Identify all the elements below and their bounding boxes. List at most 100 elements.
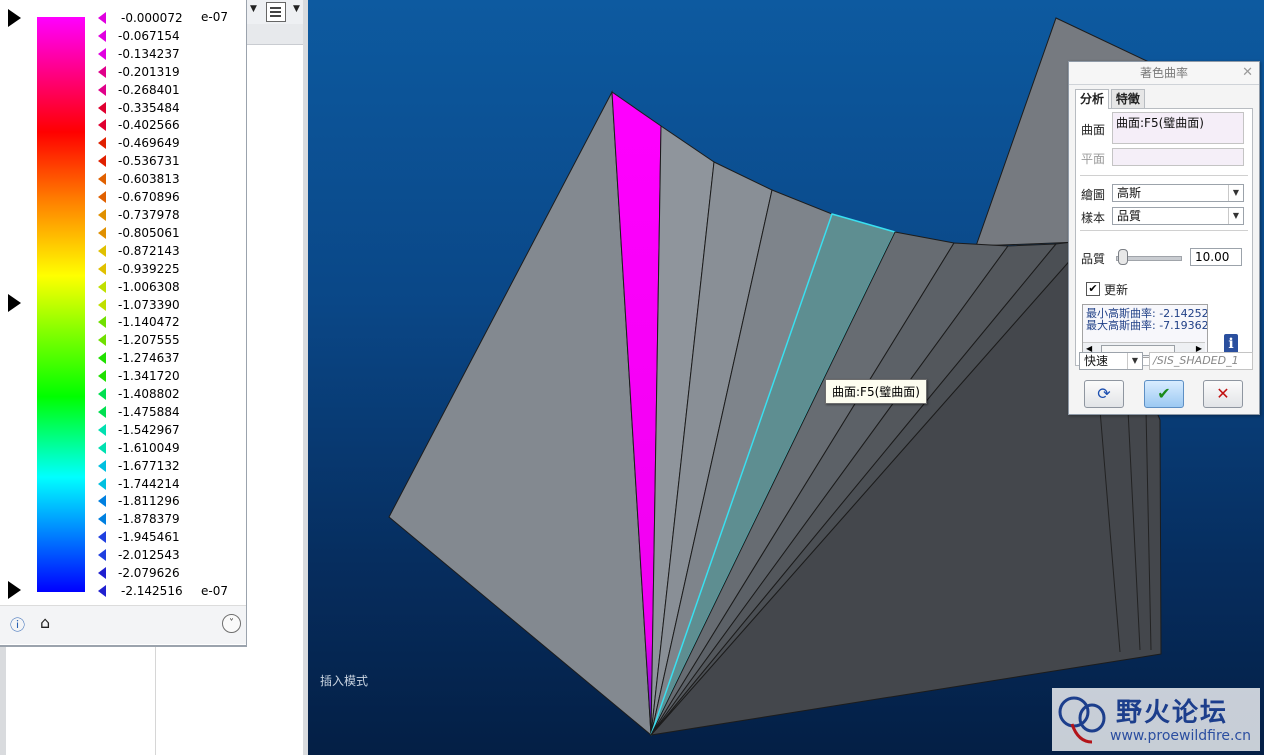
legend-tick-marker[interactable] bbox=[98, 173, 106, 186]
analysis-panel: 曲面 曲面:F5(璧曲面) 平面 繪圖 高斯 ▼ 樣本 品質 ▼ 品質 10.0… bbox=[1075, 108, 1253, 366]
legend-tick-marker[interactable] bbox=[98, 83, 106, 96]
legend-tick-value: -0.939225 bbox=[118, 261, 180, 276]
legend-tick-value: -2.142516 bbox=[121, 584, 183, 598]
chevron-down-icon[interactable]: ▼ bbox=[293, 4, 300, 14]
legend-tick-marker[interactable] bbox=[98, 567, 106, 580]
legend-max-marker[interactable] bbox=[8, 9, 21, 27]
legend-tick-value: -2.079626 bbox=[118, 566, 180, 581]
quality-input[interactable]: 10.00 bbox=[1190, 248, 1242, 266]
color-legend: -0.000072 -0.067154 -0.134237 -0.201319 -0.2… bbox=[0, 0, 247, 647]
surface-label: 曲面 bbox=[1081, 123, 1106, 137]
legend-tick-marker[interactable] bbox=[98, 101, 106, 114]
legend-tick-marker[interactable] bbox=[98, 262, 106, 275]
legend-tick-marker[interactable] bbox=[98, 208, 106, 221]
watermark-url: www.proewildfire.cn bbox=[1110, 728, 1252, 744]
plane-collector[interactable] bbox=[1112, 148, 1244, 166]
close-icon[interactable]: ✕ bbox=[1242, 62, 1253, 84]
legend-tick-value: -1.610049 bbox=[118, 440, 180, 455]
legend-tick-marker[interactable] bbox=[98, 388, 106, 401]
chevron-down-icon[interactable]: ▼ bbox=[1127, 353, 1142, 369]
plot-select[interactable]: 高斯 ▼ bbox=[1112, 184, 1244, 202]
plot-label: 繪圖 bbox=[1081, 188, 1106, 202]
legend-tick-value: -0.134237 bbox=[118, 46, 180, 61]
legend-tick-value: -1.811296 bbox=[118, 494, 180, 509]
recompute-button[interactable]: ⟳ bbox=[1084, 380, 1124, 408]
legend-tick-marker[interactable] bbox=[98, 334, 106, 347]
cancel-button[interactable]: ✕ bbox=[1203, 380, 1243, 408]
info-icon[interactable]: ⓘ bbox=[10, 614, 28, 634]
legend-tick-value: -0.872143 bbox=[118, 243, 180, 258]
legend-tick-marker[interactable] bbox=[98, 477, 106, 490]
analysis-name-input[interactable]: /SIS_SHADED_1 bbox=[1149, 352, 1253, 370]
legend-tick-value: -2.012543 bbox=[118, 548, 180, 563]
legend-tick-marker[interactable] bbox=[98, 226, 106, 239]
info-icon[interactable]: i bbox=[1224, 334, 1238, 354]
legend-tick-marker[interactable] bbox=[98, 370, 106, 383]
legend-tick-marker[interactable] bbox=[98, 29, 106, 42]
dialog-tabs: 分析 特徵 bbox=[1075, 89, 1145, 109]
speed-value: 快速 bbox=[1084, 354, 1109, 368]
legend-tick-marker[interactable] bbox=[98, 137, 106, 150]
legend-tick-marker[interactable] bbox=[98, 352, 106, 365]
legend-tick-marker[interactable] bbox=[98, 298, 106, 311]
speed-select[interactable]: 快速 ▼ bbox=[1079, 352, 1143, 370]
legend-tick-marker[interactable] bbox=[98, 441, 106, 454]
legend-tick-marker[interactable] bbox=[98, 155, 106, 168]
update-label: 更新 bbox=[1104, 283, 1129, 297]
mode-label: 插入模式 bbox=[320, 674, 369, 688]
update-checkbox[interactable]: ✔ bbox=[1086, 282, 1100, 296]
ok-button[interactable]: ✔ bbox=[1144, 380, 1184, 408]
home-icon[interactable]: ⌂ bbox=[40, 613, 50, 632]
legend-tick-value: -0.536731 bbox=[118, 154, 180, 169]
surface-collector[interactable]: 曲面:F5(璧曲面) bbox=[1112, 112, 1244, 144]
legend-tick-marker[interactable] bbox=[98, 459, 106, 472]
divider bbox=[155, 640, 156, 755]
plot-value: 高斯 bbox=[1117, 186, 1142, 200]
legend-tick-value: -0.201319 bbox=[118, 64, 180, 79]
legend-tick-marker[interactable] bbox=[98, 549, 106, 562]
legend-tick-marker[interactable] bbox=[98, 191, 106, 204]
legend-tick-marker[interactable] bbox=[98, 405, 106, 418]
surface-tooltip: 曲面:F5(璧曲面) bbox=[825, 379, 927, 404]
dialog-title-text: 著色曲率 bbox=[1139, 66, 1188, 80]
chevron-down-icon[interactable]: ˅ bbox=[222, 614, 241, 633]
legend-tick-value: -1.878379 bbox=[118, 512, 180, 527]
legend-tick-marker[interactable] bbox=[98, 12, 106, 24]
legend-tick-marker[interactable] bbox=[98, 47, 106, 60]
toolbar-strip-2 bbox=[246, 24, 306, 45]
legend-tick-value: -1.744214 bbox=[118, 476, 180, 491]
legend-mid-marker[interactable] bbox=[8, 294, 21, 312]
legend-tick-value: -0.469649 bbox=[118, 136, 180, 151]
legend-exponent-bottom: e-07 bbox=[201, 584, 228, 598]
legend-tick-marker[interactable] bbox=[98, 423, 106, 436]
tab-analysis[interactable]: 分析 bbox=[1075, 89, 1110, 109]
legend-tick-marker[interactable] bbox=[98, 531, 106, 544]
chevron-down-icon[interactable]: ▼ bbox=[1228, 185, 1243, 201]
sample-select[interactable]: 品質 ▼ bbox=[1112, 207, 1244, 225]
watermark-title: 野火论坛 bbox=[1116, 698, 1229, 728]
legend-tick-marker[interactable] bbox=[98, 316, 106, 329]
chevron-down-icon[interactable]: ▼ bbox=[250, 4, 257, 14]
list-icon[interactable] bbox=[266, 2, 286, 22]
legend-footer: ⓘ ⌂ ˅ bbox=[0, 605, 246, 644]
legend-tick-value: -0.402566 bbox=[118, 118, 180, 133]
legend-tick-marker[interactable] bbox=[98, 244, 106, 257]
panel-edge-left bbox=[0, 640, 6, 755]
chevron-down-icon[interactable]: ▼ bbox=[1228, 208, 1243, 224]
legend-tick-marker[interactable] bbox=[98, 495, 106, 508]
tab-feature[interactable]: 特徵 bbox=[1110, 89, 1145, 108]
legend-tick-marker[interactable] bbox=[98, 585, 106, 597]
legend-tick-marker[interactable] bbox=[98, 119, 106, 132]
legend-tick-value: -1.677132 bbox=[118, 458, 180, 473]
quality-slider-thumb[interactable] bbox=[1118, 249, 1128, 265]
legend-tick-value: -0.603813 bbox=[118, 172, 180, 187]
legend-tick-marker[interactable] bbox=[98, 280, 106, 293]
legend-min-marker[interactable] bbox=[8, 581, 21, 599]
legend-tick-value: -0.670896 bbox=[118, 190, 180, 205]
legend-tick-value: -1.073390 bbox=[118, 297, 180, 312]
legend-tick-value: -0.268401 bbox=[118, 82, 180, 97]
legend-tick-value: -1.274637 bbox=[118, 351, 180, 366]
legend-tick-marker[interactable] bbox=[98, 65, 106, 78]
legend-tick-value: -1.475884 bbox=[118, 404, 180, 419]
legend-tick-marker[interactable] bbox=[98, 513, 106, 526]
